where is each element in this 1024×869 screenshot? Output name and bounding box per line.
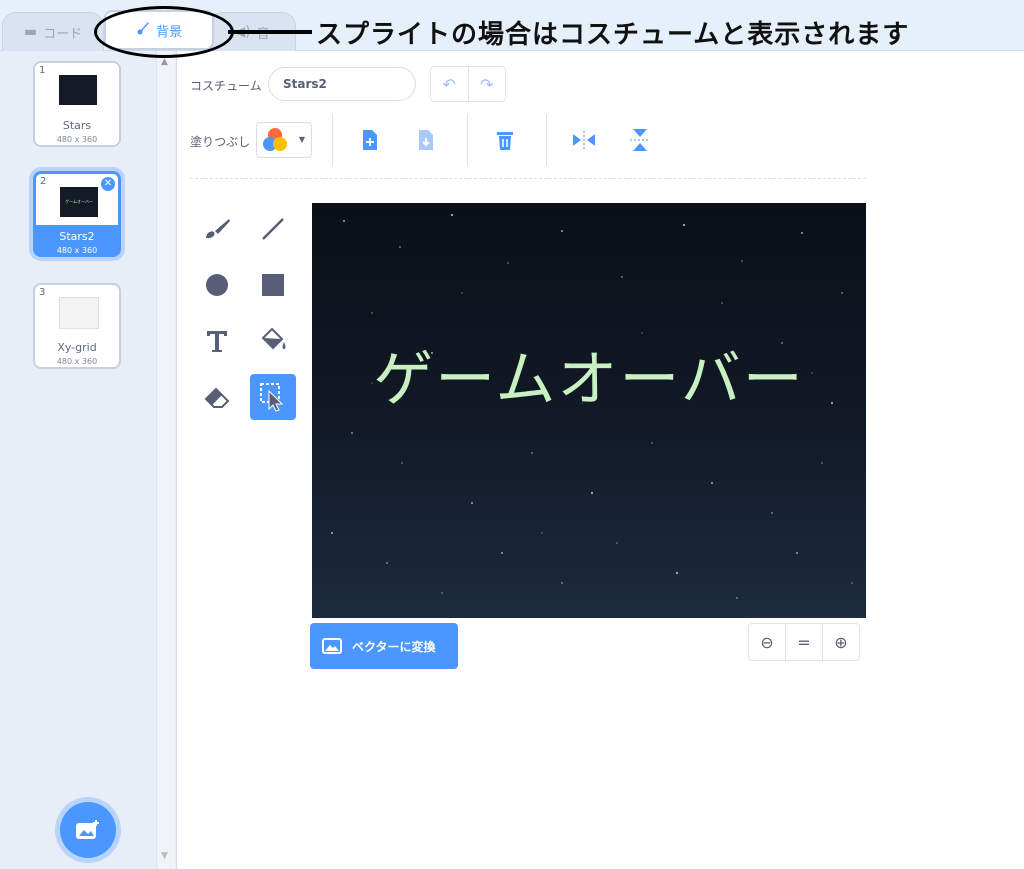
costume-index: 1 — [39, 65, 46, 76]
fill-color-picker[interactable]: ▼ — [256, 122, 312, 158]
drawing-canvas[interactable]: ゲームオーバー — [312, 203, 866, 618]
costume-name: Stars2 — [59, 230, 95, 243]
annotation-ellipse — [94, 6, 234, 58]
canvas-text: ゲームオーバー — [373, 345, 805, 415]
dropdown-arrow-icon: ▼ — [298, 135, 305, 144]
scroll-down-arrow-icon[interactable]: ▼ — [161, 851, 168, 861]
rectangle-tool[interactable] — [250, 262, 296, 308]
circle-tool[interactable] — [194, 262, 240, 308]
costume-index: 2 — [40, 176, 47, 187]
code-blocks-icon: ▬ — [23, 24, 38, 40]
annotation-pointer-line — [228, 30, 312, 34]
copy-icon[interactable] — [355, 125, 385, 155]
costume-item[interactable]: 3 Xy-grid 480 x 360 — [33, 283, 121, 369]
brush-tool[interactable] — [194, 206, 240, 252]
costume-thumbnail: ゲームオーバー — [60, 187, 98, 217]
fill-bucket-icon — [261, 327, 286, 350]
costume-name-label: コスチューム — [190, 79, 262, 93]
add-costume-button[interactable] — [60, 802, 116, 858]
costume-size: 480 x 360 — [56, 357, 98, 366]
select-tool[interactable] — [250, 374, 296, 420]
trash-icon[interactable] — [490, 125, 520, 155]
convert-to-vector-button[interactable]: ベクターに変換 — [310, 623, 458, 669]
undo-redo-group: ↶ ↷ — [430, 66, 506, 102]
costume-name-input[interactable] — [268, 67, 416, 101]
select-cursor-icon — [260, 383, 284, 412]
eraser-icon — [204, 387, 230, 408]
fill-tool[interactable] — [250, 318, 296, 364]
image-icon — [322, 638, 342, 654]
annotation-text: スプライトの場合はコスチュームと表示されます — [316, 20, 910, 50]
line-tool-icon — [262, 218, 284, 240]
paste-icon[interactable] — [411, 125, 441, 155]
tab-code[interactable]: ▬ コード — [2, 12, 104, 51]
color-swatch-icon — [263, 128, 287, 151]
brush-tool-icon — [206, 219, 230, 239]
thumbnail-text: ゲームオーバー — [65, 199, 93, 204]
costume-item[interactable]: 1 Stars 480 x 360 — [33, 61, 121, 147]
add-image-icon — [76, 820, 99, 839]
costume-thumbnail — [59, 75, 97, 105]
costume-size: 480 x 360 — [56, 246, 98, 255]
eraser-tool[interactable] — [194, 374, 240, 420]
convert-button-label: ベクターに変換 — [352, 639, 436, 654]
costume-size: 480 x 360 — [56, 135, 98, 144]
flip-horizontal-icon[interactable] — [569, 125, 599, 155]
costume-index: 3 — [39, 287, 46, 298]
redo-icon[interactable]: ↷ — [469, 67, 506, 101]
zoom-controls: ⊖ = ⊕ — [748, 623, 860, 661]
costume-item-selected[interactable]: 2 ゲームオーバー ✕ Stars2 480 x 360 — [33, 171, 121, 257]
line-tool[interactable] — [250, 206, 296, 252]
zoom-in-icon[interactable]: ⊕ — [823, 624, 859, 660]
fill-label: 塗りつぶし — [190, 135, 251, 149]
costume-name: Xy-grid — [57, 341, 97, 354]
text-tool[interactable] — [194, 318, 240, 364]
rectangle-tool-icon — [262, 274, 284, 296]
costume-list-scrollbar[interactable]: ▲ ▼ — [156, 51, 175, 869]
circle-tool-icon — [206, 274, 228, 296]
tab-code-label: コード — [43, 26, 83, 42]
costume-name: Stars — [62, 119, 92, 132]
undo-icon[interactable]: ↶ — [431, 67, 469, 101]
text-tool-icon — [207, 331, 227, 352]
zoom-out-icon[interactable]: ⊖ — [749, 624, 786, 660]
flip-vertical-icon[interactable] — [625, 125, 655, 155]
zoom-reset-icon[interactable]: = — [786, 624, 823, 660]
scroll-up-arrow-icon[interactable]: ▲ — [161, 57, 168, 67]
costume-thumbnail — [59, 297, 99, 329]
delete-costume-icon[interactable]: ✕ — [101, 177, 115, 191]
